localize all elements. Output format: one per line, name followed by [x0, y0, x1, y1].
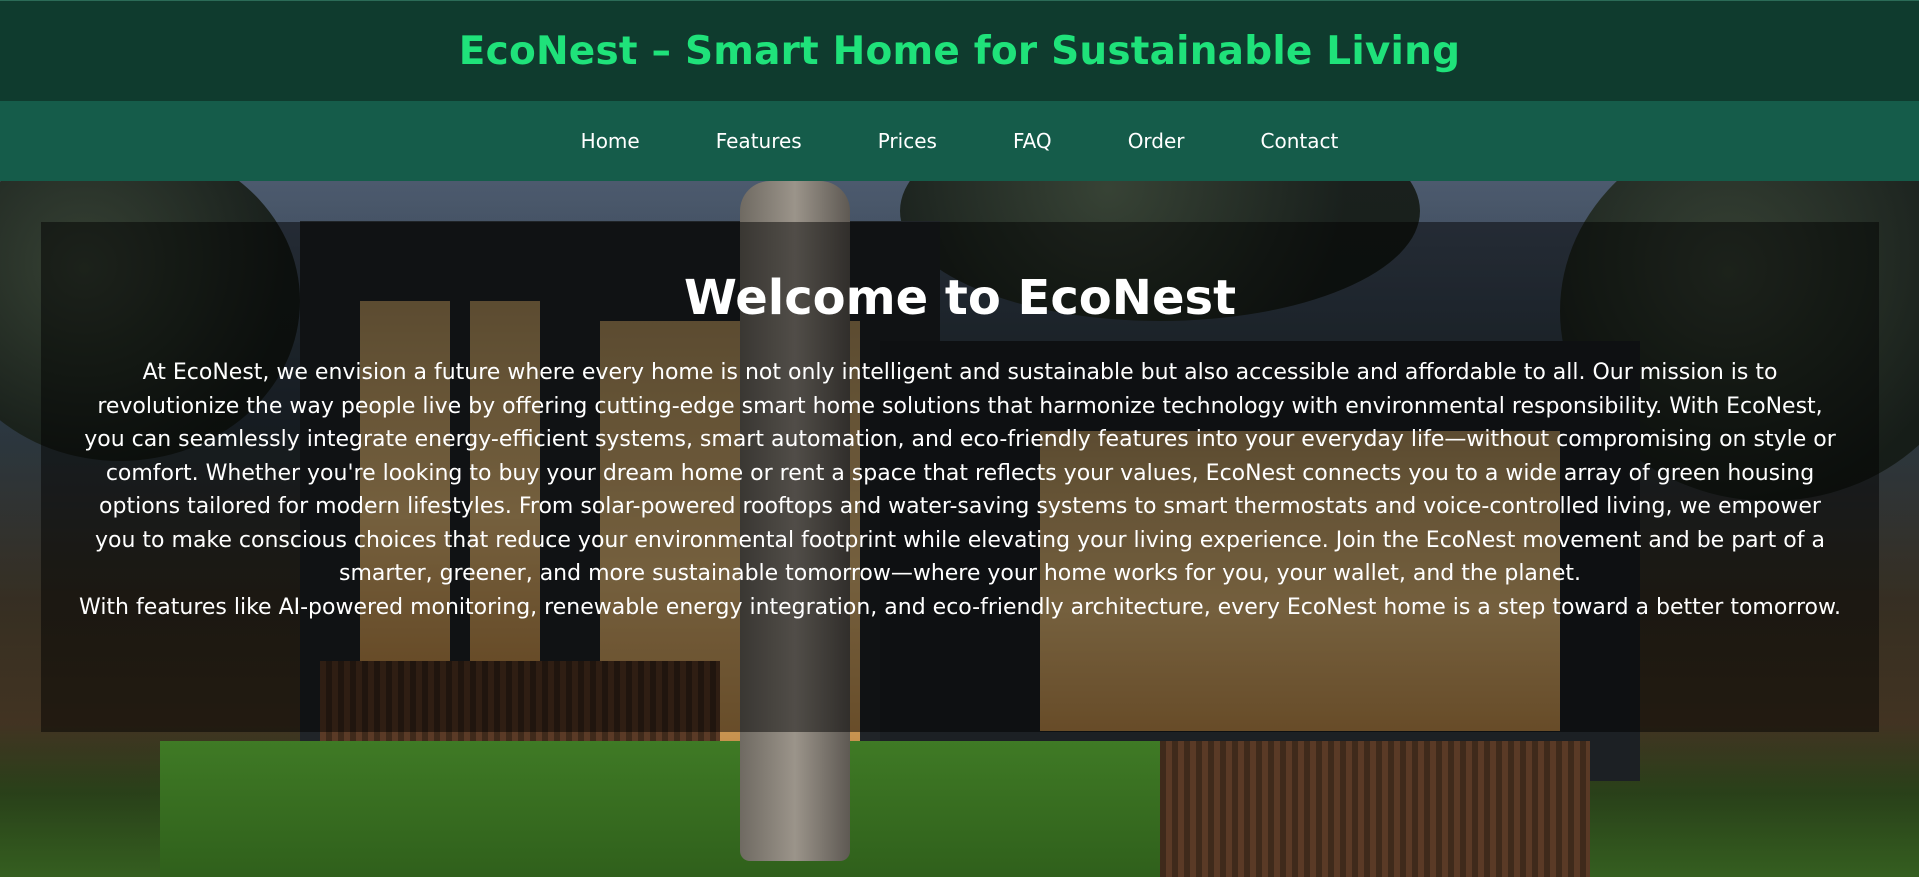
- main-nav: Home Features Prices FAQ Order Contact: [0, 101, 1919, 181]
- nav-item-home[interactable]: Home: [581, 129, 640, 153]
- site-title: EcoNest – Smart Home for Sustainable Liv…: [458, 28, 1461, 74]
- nav-item-features[interactable]: Features: [716, 129, 802, 153]
- nav-item-faq[interactable]: FAQ: [1013, 129, 1052, 153]
- hero-paragraph: With features like AI-powered monitoring…: [79, 594, 1841, 620]
- lawn: [160, 741, 1160, 877]
- nav-item-prices[interactable]: Prices: [878, 129, 937, 153]
- hero-content: Welcome to EcoNest At EcoNest, we envisi…: [41, 222, 1879, 624]
- site-header: EcoNest – Smart Home for Sustainable Liv…: [0, 0, 1919, 101]
- hero-heading: Welcome to EcoNest: [683, 270, 1237, 326]
- hero-paragraph: At EcoNest, we envision a future where e…: [84, 360, 1836, 586]
- nav-item-order[interactable]: Order: [1128, 129, 1185, 153]
- hero-section: Welcome to EcoNest At EcoNest, we envisi…: [0, 181, 1919, 877]
- nav-item-contact[interactable]: Contact: [1261, 129, 1339, 153]
